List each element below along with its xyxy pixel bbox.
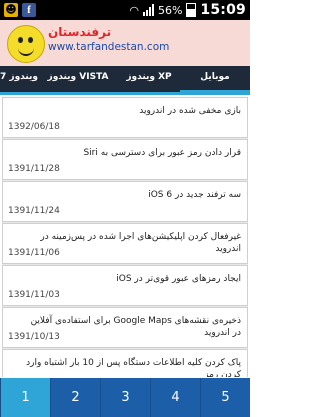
article-title: پاک کردن کلیه اطلاعات دستگاه پس از 10 با… xyxy=(26,358,241,377)
status-bar: ☻ f ◠ 56% 15:09 xyxy=(0,0,250,20)
list-item[interactable]: غیرفعال کردن اپلیکیشن‌های اجرا شده در پس… xyxy=(2,223,248,264)
article-date: 1391/11/06 xyxy=(8,248,60,258)
article-title: سه ترفند جدید در iOS 6 xyxy=(148,190,241,200)
wifi-icon: ◠ xyxy=(129,3,139,17)
tab-indicator-strip xyxy=(0,92,250,95)
list-item[interactable]: سه ترفند جدید در iOS 6 1391/11/24 xyxy=(2,181,248,222)
battery-icon xyxy=(186,3,197,17)
category-tabs: موبایل ویندوز XP ویندوز VISTA ویندوز 7 xyxy=(0,66,250,92)
pagination-bar: 1 2 3 4 5 xyxy=(0,378,250,417)
article-title: بازی مخفی شده در اندروید xyxy=(139,106,241,116)
page-2-button[interactable]: 2 xyxy=(50,378,100,417)
battery-percent: 56% xyxy=(157,3,183,17)
article-date: 1391/11/24 xyxy=(8,206,60,216)
page-4-button[interactable]: 4 xyxy=(150,378,200,417)
site-url: www.tarfandestan.com xyxy=(48,41,170,53)
signal-icon xyxy=(142,4,154,16)
list-item[interactable]: بازی مخفی شده در اندروید 1392/06/18 xyxy=(2,97,248,138)
article-date: 1391/11/28 xyxy=(8,164,60,174)
clock: 15:09 xyxy=(200,2,246,18)
smiley-logo-icon xyxy=(7,25,45,63)
article-list[interactable]: بازی مخفی شده در اندروید 1392/06/18 قرار… xyxy=(2,97,248,377)
article-date: 1391/10/13 xyxy=(8,332,60,342)
list-item[interactable]: قرار دادن رمز عبور برای دسترسی به Siri 1… xyxy=(2,139,248,180)
list-item[interactable]: ذخیره‌ی نقشه‌های Google Maps برای استفاد… xyxy=(2,307,248,348)
tab-windows-7[interactable]: ویندوز 7 xyxy=(0,66,38,92)
list-item[interactable]: پاک کردن کلیه اطلاعات دستگاه پس از 10 با… xyxy=(2,349,248,377)
app-header: ترفندستان www.tarfandestan.com xyxy=(0,20,250,66)
page-5-button[interactable]: 5 xyxy=(200,378,250,417)
page-1-button[interactable]: 1 xyxy=(0,378,50,417)
tab-mobile[interactable]: موبایل xyxy=(180,66,250,92)
app-notification-icon: ☻ xyxy=(4,3,18,17)
article-title: ایجاد رمزهای عبور قوی‌تر در iOS xyxy=(116,274,241,284)
article-title: قرار دادن رمز عبور برای دسترسی به Siri xyxy=(83,148,241,158)
facebook-icon: f xyxy=(22,3,36,17)
app-title: ترفندستان xyxy=(48,25,112,39)
list-item[interactable]: ایجاد رمزهای عبور قوی‌تر در iOS 1391/11/… xyxy=(2,265,248,306)
article-date: 1391/11/03 xyxy=(8,290,60,300)
article-date: 1392/06/18 xyxy=(8,122,60,132)
tab-windows-vista[interactable]: ویندوز VISTA xyxy=(38,66,118,92)
tab-windows-xp[interactable]: ویندوز XP xyxy=(118,66,180,92)
page-3-button[interactable]: 3 xyxy=(100,378,150,417)
